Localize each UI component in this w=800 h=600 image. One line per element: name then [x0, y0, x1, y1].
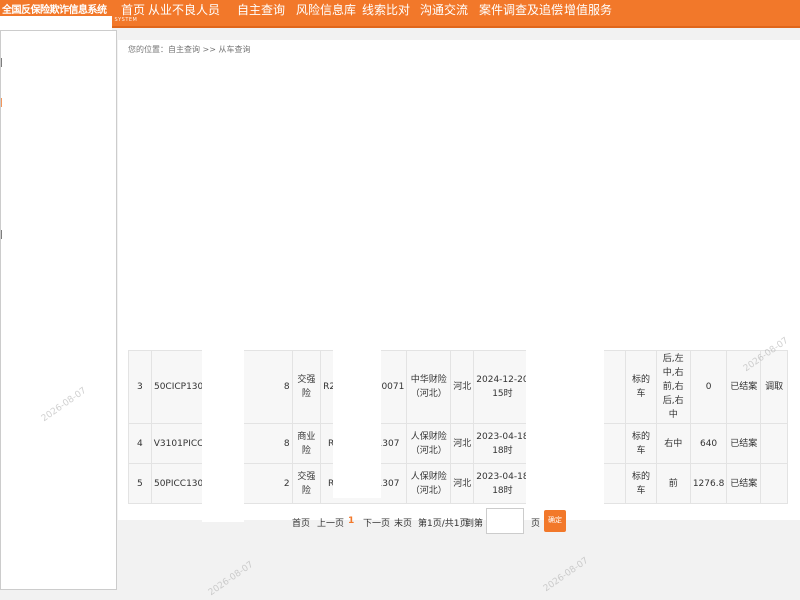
cell-amount: 1276.8	[689, 463, 728, 504]
cell-index: 5	[128, 463, 152, 504]
cell-time: 2023-04-18 18时	[473, 423, 532, 464]
cell-index: 4	[128, 423, 152, 464]
page-next-link[interactable]: 下一页	[363, 516, 390, 529]
cell-region: 河北	[450, 423, 475, 464]
cell-index: 3	[128, 350, 152, 424]
cell-region: 河北	[450, 350, 475, 424]
page-current[interactable]: 1	[348, 516, 354, 526]
redaction-block	[526, 350, 604, 508]
nav-clue-compare[interactable]: 线索比对	[362, 0, 410, 28]
cell-car: 标的车	[625, 350, 657, 424]
cell-part: 右中	[655, 423, 691, 464]
cell-action	[760, 463, 788, 504]
logo-title: 全国反保险欺诈信息系统	[2, 5, 107, 16]
sidebar	[0, 30, 117, 590]
page-info: 第1页/共1页	[418, 519, 469, 529]
cell-count: 8	[239, 423, 293, 464]
cell-status: 已结案	[726, 423, 762, 464]
cell-region: 河北	[450, 463, 475, 504]
cell-amount: 0	[689, 350, 728, 424]
nav-value-added[interactable]: 增值服务	[564, 0, 612, 28]
page-last-link[interactable]: 末页	[394, 516, 412, 529]
cell-action	[760, 423, 788, 464]
cell-car: 标的车	[625, 423, 657, 464]
watermark: 2026-08-07	[206, 559, 256, 599]
page-unit-label: 页	[531, 519, 541, 529]
cell-company: 人保财险（河北）	[406, 463, 452, 504]
cell-count: 8	[239, 350, 293, 424]
top-navbar: 全国反保险欺诈信息系统 NATIONAL ANTI INSURANCE FRAU…	[0, 0, 800, 28]
sidebar-fragment: |	[0, 58, 4, 68]
nav-self-query[interactable]: 自主查询	[237, 0, 285, 28]
page-first-link[interactable]: 首页	[292, 516, 310, 529]
redaction-block	[202, 350, 244, 522]
cell-company: 中华财险（河北）	[406, 350, 452, 424]
cell-type: 交强险	[291, 463, 322, 504]
sidebar-redaction	[5, 43, 113, 323]
cell-status: 已结案	[726, 463, 762, 504]
sidebar-fragment: |	[0, 98, 4, 108]
nav-home[interactable]: 首页	[121, 0, 145, 28]
breadcrumb: 您的位置：自主查询 >> 从车查询	[128, 45, 251, 54]
cell-amount: 640	[689, 423, 728, 464]
cell-time: 2023-04-18 18时	[473, 463, 532, 504]
cell-car: 标的车	[625, 463, 657, 504]
nav-case-investigation[interactable]: 案件调查及追偿	[479, 0, 563, 28]
nav-risk-database[interactable]: 风险信息库	[296, 0, 356, 28]
cell-part: 后,左中,右前,右后,右中	[655, 350, 691, 424]
nav-communication[interactable]: 沟通交流	[420, 0, 468, 28]
nav-bad-practitioners[interactable]: 从业不良人员	[148, 0, 220, 28]
cell-type: 商业险	[291, 423, 322, 464]
watermark: 2026-08-07	[541, 555, 591, 595]
cell-count: 2	[239, 463, 293, 504]
page-number-input[interactable]	[486, 508, 524, 534]
cell-time: 2024-12-20 15时	[473, 350, 532, 424]
cell-type: 交强险	[291, 350, 322, 424]
cell-part: 前	[655, 463, 691, 504]
cell-company: 人保财险（河北）	[406, 423, 452, 464]
page-prev-link[interactable]: 上一页	[317, 516, 344, 529]
goto-label: 到第	[465, 519, 484, 529]
content-redaction	[118, 56, 800, 350]
confirm-button[interactable]: 确定	[544, 510, 566, 532]
redaction-block	[0, 16, 112, 30]
sidebar-fragment: |	[0, 230, 4, 240]
redaction-block	[333, 350, 381, 498]
